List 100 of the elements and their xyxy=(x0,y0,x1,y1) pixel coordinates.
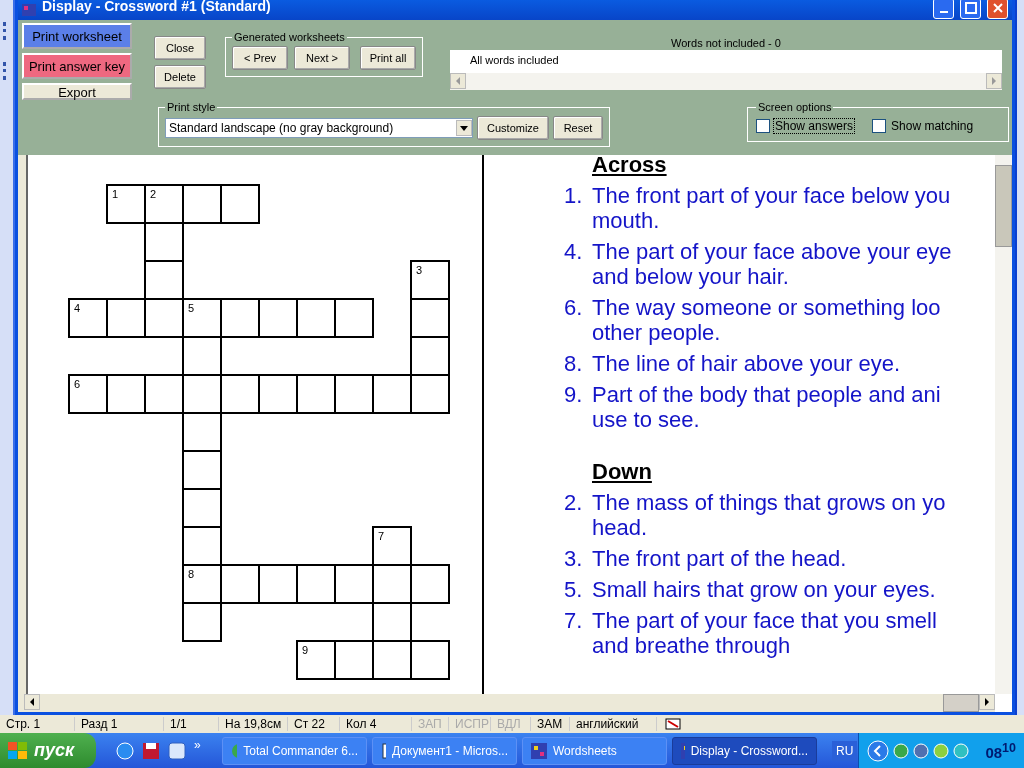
crossword-cell[interactable]: 8 xyxy=(182,564,220,602)
taskbar-button[interactable]: Документ1 - Micros... xyxy=(372,736,517,765)
crossword-cell[interactable] xyxy=(106,298,144,338)
crossword-cell[interactable] xyxy=(296,564,334,604)
crossword-cell[interactable]: 7 xyxy=(372,526,412,564)
print-style-dropdown[interactable]: Standard landscape (no gray background) xyxy=(165,118,473,138)
crossword-cell[interactable] xyxy=(182,412,222,450)
crossword-cell[interactable] xyxy=(144,374,182,414)
status-item: ВДЛ xyxy=(491,717,531,731)
clue-number: 4 xyxy=(74,302,81,314)
maximize-button[interactable] xyxy=(960,0,981,19)
worksheet-button[interactable]: < Prev xyxy=(232,46,288,70)
crossword-cell[interactable] xyxy=(334,298,374,338)
computer-icon[interactable] xyxy=(913,742,930,759)
clue-number: 7 xyxy=(378,530,385,542)
dialog-button[interactable]: Delete xyxy=(154,65,206,89)
close-icon xyxy=(991,2,1004,14)
floppy-icon[interactable] xyxy=(142,741,160,760)
crossword-cell[interactable] xyxy=(220,184,260,224)
crossword-cell[interactable] xyxy=(182,488,222,526)
action-button[interactable]: Export xyxy=(22,83,132,100)
crossword-cell[interactable] xyxy=(106,374,144,414)
scrollbar-corner xyxy=(995,694,1012,712)
crossword-cell[interactable] xyxy=(410,564,450,604)
words-list[interactable]: All words included xyxy=(450,50,1002,90)
crossword-cell[interactable] xyxy=(410,336,450,374)
crossword-cell[interactable] xyxy=(182,336,222,374)
crossword-cell[interactable]: 9 xyxy=(296,640,334,680)
dialog-button[interactable]: Close xyxy=(154,36,206,60)
crossword-cell[interactable]: 6 xyxy=(68,374,106,414)
status-item: английский xyxy=(570,717,657,731)
worksheet-button[interactable]: Next > xyxy=(294,46,350,70)
taskbar-button[interactable]: Wordsheets xyxy=(522,736,667,765)
scroll-thumb[interactable] xyxy=(943,694,979,712)
crossword-cell[interactable]: 2 xyxy=(144,184,182,222)
crossword-cell[interactable] xyxy=(296,374,334,414)
crossword-cell[interactable] xyxy=(410,374,450,414)
language-indicator[interactable]: RU xyxy=(832,740,858,761)
crossword-cell[interactable] xyxy=(182,602,222,642)
clue-text: The part of your face that you smell and breathe through xyxy=(592,608,937,658)
crossword-cell[interactable] xyxy=(220,374,258,414)
scroll-thumb[interactable] xyxy=(995,165,1012,247)
crossword-cell[interactable] xyxy=(258,564,296,604)
scroll-right-icon[interactable] xyxy=(979,694,995,710)
clue-heading: Down xyxy=(592,460,653,484)
app-icon xyxy=(22,4,36,16)
crossword-cell[interactable] xyxy=(334,564,372,604)
crossword-cell[interactable] xyxy=(372,564,410,602)
crossword-cell[interactable] xyxy=(144,222,184,260)
crossword-cell[interactable]: 1 xyxy=(106,184,144,224)
crossword-cell[interactable] xyxy=(372,602,412,640)
window-icon[interactable] xyxy=(168,741,186,760)
status-item: Кол 4 xyxy=(340,717,412,731)
crossword-cell[interactable] xyxy=(258,374,296,414)
clue-number: 9 xyxy=(302,644,309,656)
globe-icon[interactable] xyxy=(116,741,134,760)
clue-number: 7. xyxy=(564,608,584,635)
worksheet-button[interactable]: Print all xyxy=(360,46,416,70)
crossword-cell[interactable] xyxy=(372,640,410,680)
crossword-cell[interactable] xyxy=(220,564,258,604)
style-button[interactable]: Reset xyxy=(553,116,603,140)
crossword-cell[interactable] xyxy=(334,374,372,414)
taskbar-button[interactable]: Total Commander 6... xyxy=(222,736,367,765)
crossword-cell[interactable] xyxy=(182,526,222,564)
close-button[interactable] xyxy=(987,0,1008,19)
status-item: ЗАМ xyxy=(531,717,570,731)
crossword-cell[interactable]: 5 xyxy=(182,298,220,336)
crossword-cell[interactable] xyxy=(410,640,450,680)
scroll-left-icon[interactable] xyxy=(24,694,40,710)
crossword-cell[interactable] xyxy=(144,260,184,298)
action-button[interactable]: Print worksheet xyxy=(22,23,132,49)
status-item: Ст 22 xyxy=(288,717,340,731)
clue-number: 2 xyxy=(150,188,157,200)
more-chevron[interactable]: » xyxy=(194,737,201,752)
crossword-cell[interactable] xyxy=(410,298,450,336)
clue-text: The front part of the head. xyxy=(592,546,847,571)
crossword-cell[interactable] xyxy=(182,450,222,488)
crossword-cell[interactable]: 4 xyxy=(68,298,106,338)
checkbox-label[interactable]: Show answers xyxy=(774,119,855,133)
status-item: ЗАП xyxy=(412,717,449,731)
action-button[interactable]: Print answer key xyxy=(22,53,132,79)
crossword-cell[interactable] xyxy=(372,374,410,414)
crossword-cell[interactable] xyxy=(258,298,296,338)
clue-number: 8 xyxy=(188,568,195,580)
checkbox-label[interactable]: Show matching xyxy=(890,119,975,133)
list-item[interactable]: All words included xyxy=(450,50,1002,72)
crossword-cell[interactable] xyxy=(182,374,220,412)
style-button[interactable]: Customize xyxy=(477,116,549,140)
minimize-button[interactable] xyxy=(933,0,954,19)
clue-text: The way someone or something loo other people. xyxy=(592,295,941,345)
checkbox[interactable] xyxy=(756,119,770,133)
crossword-cell[interactable] xyxy=(334,640,372,680)
checkbox[interactable] xyxy=(872,119,887,133)
crossword-cell[interactable] xyxy=(296,298,334,338)
crossword-cell[interactable]: 3 xyxy=(410,260,450,298)
crossword-cell[interactable] xyxy=(182,184,220,224)
crossword-cell[interactable] xyxy=(144,298,182,338)
flag-icon xyxy=(8,741,28,760)
taskbar-button[interactable]: Display - Crossword... xyxy=(672,736,817,765)
crossword-cell[interactable] xyxy=(220,298,258,338)
